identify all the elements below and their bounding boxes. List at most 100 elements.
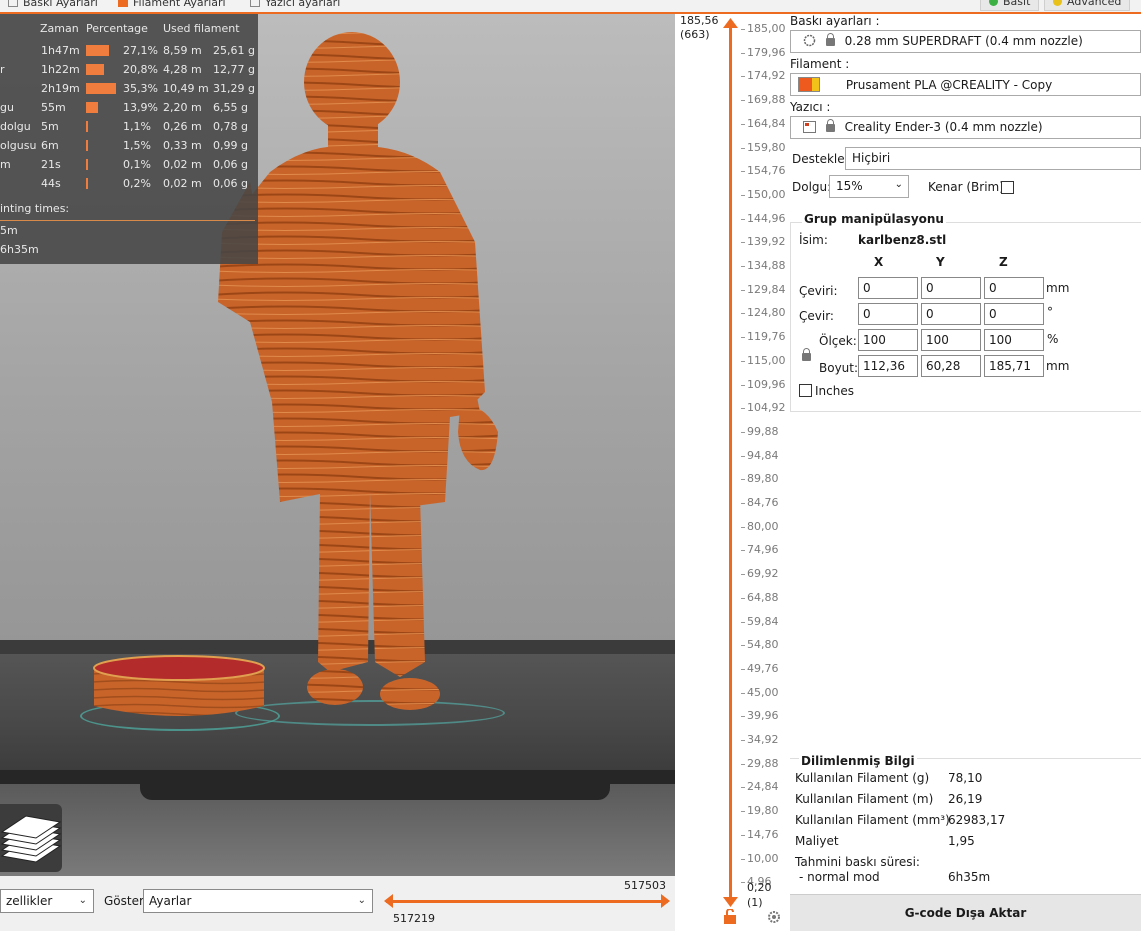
mode-basic-button[interactable]: Basit [980,0,1040,11]
rotate-z-input[interactable]: 0 [984,303,1044,325]
sliced-filament-g-value: 78,10 [948,771,983,785]
print-settings-icon [8,0,18,7]
layer-top-height: 185,56 [680,14,719,27]
stats-row-time: 55m [41,101,66,114]
stats-separator [0,220,255,221]
size-y-input[interactable]: 60,28 [921,355,981,377]
vertical-layer-slider[interactable] [729,28,732,900]
cog-icon[interactable] [767,910,781,924]
filament-profile-combo[interactable]: Prusament PLA @CREALITY - Copy [790,73,1141,96]
layer-tick [741,171,745,173]
layers-view-button[interactable] [0,804,62,872]
layer-tick-label: 185,00 [747,22,786,35]
brim-checkbox[interactable] [1001,181,1014,194]
unlock-icon[interactable] [723,909,737,924]
stats-row-percent: 1,1% [123,120,151,133]
layer-top-handle[interactable] [723,18,738,28]
axis-x-label: X [874,255,884,269]
bed-front-edge [0,770,675,784]
export-gcode-label: G-code Dışa Aktar [904,906,1027,920]
layer-tick-label: 179,96 [747,45,786,59]
stats-row-meters: 0,02 m [163,158,202,171]
layer-tick [741,692,745,694]
hslider-left-handle[interactable] [384,894,393,908]
print-settings-icon [803,34,816,47]
axis-y-label: Y [936,255,945,269]
hslider-right-handle[interactable] [661,894,670,908]
stats-row-grams: 0,99 g [213,139,248,152]
size-z-input[interactable]: 185,71 [984,355,1044,377]
layer-bottom-height: 0,20 [747,881,772,894]
tab-printer-settings[interactable]: Yazıcı ayarları [242,0,348,11]
print-profile-combo[interactable]: 0.28 mm SUPERDRAFT (0.4 mm nozzle) [790,30,1141,53]
stats-row-time: 1h47m [41,44,80,57]
print-profile-value: 0.28 mm SUPERDRAFT (0.4 mm nozzle) [844,34,1083,48]
layer-tick [741,337,745,339]
translate-x-input[interactable]: 0 [858,277,918,299]
layer-tick-label: 64,88 [747,590,779,604]
layer-tick-label: 164,84 [747,116,786,130]
layer-tick-label: 19,80 [747,804,779,818]
show-options-combo[interactable]: Ayarlar ⌄ [143,889,373,913]
tab-filament-settings[interactable]: Filament Ayarları [110,0,234,11]
layer-tick-label: 119,76 [747,330,786,344]
hslider-right-value: 517503 [624,879,666,892]
settings-sidebar: Baskı ayarları : 0.28 mm SUPERDRAFT (0.4… [790,14,1141,931]
scale-y-input[interactable]: 100 [921,329,981,351]
layer-tick [741,574,745,576]
estimated-time-label: Tahmini baskı süresi: [795,855,920,869]
object-name-value: karlbenz8.stl [858,233,947,247]
layer-tick-label: 24,84 [747,780,779,794]
layers-stack-icon [0,815,62,863]
printer-label: Yazıcı : [790,100,831,114]
stats-row-time: 6m [41,139,59,152]
layer-top-number: (663) [680,28,710,41]
mode-advanced-button[interactable]: Advanced [1044,0,1131,11]
chevron-down-icon: ⌄ [78,895,87,906]
size-x-input[interactable]: 112,36 [858,355,918,377]
normal-mode-label: - normal mod [799,870,880,884]
infill-combo[interactable]: 15% ⌄ [829,175,909,198]
view-type-combo[interactable]: zellikler ⌄ [0,889,94,913]
chevron-down-icon: ⌄ [894,179,903,190]
layer-tick [741,811,745,813]
slicer-window: Baskı Ayarları Filament Ayarları Yazıcı … [0,0,1141,931]
tab-printer-settings-label: Yazıcı ayarları [265,0,341,9]
layer-tick [741,29,745,30]
axis-z-label: Z [999,255,1008,269]
printer-profile-combo[interactable]: Creality Ender-3 (0.4 mm nozzle) [790,116,1141,139]
export-gcode-button[interactable]: G-code Dışa Aktar [790,894,1141,931]
supports-combo[interactable]: Hiçbiri [845,147,1141,170]
stats-row-meters: 4,28 m [163,63,202,76]
layer-tick-label: 34,92 [747,733,779,746]
scale-z-input[interactable]: 100 [984,329,1044,351]
stats-row-bar [86,64,104,75]
layer-bottom-handle[interactable] [723,897,738,907]
stats-row-meters: 0,33 m [163,139,202,152]
uniform-scale-lock-icon[interactable] [802,348,811,361]
tab-filament-settings-label: Filament Ayarları [133,0,226,9]
layer-tick-label: 104,92 [747,401,786,415]
tab-print-settings[interactable]: Baskı Ayarları [0,0,106,11]
printer-icon [803,121,816,133]
horizontal-move-slider[interactable] [386,900,668,903]
basic-mode-dot-icon [989,0,998,6]
translate-y-input[interactable]: 0 [921,277,981,299]
rotate-y-input[interactable]: 0 [921,303,981,325]
inches-checkbox[interactable] [799,384,812,397]
rotate-x-input[interactable]: 0 [858,303,918,325]
layer-tick-label: 39,96 [747,709,779,723]
show-options-value: Ayarlar [149,894,192,908]
printing-times-label: inting times: [0,202,70,215]
layer-tick [741,123,745,125]
scale-x-input[interactable]: 100 [858,329,918,351]
stats-row-percent: 0,2% [123,177,151,190]
layer-tick [741,431,745,433]
translate-z-input[interactable]: 0 [984,277,1044,299]
layer-tick [741,194,745,196]
layer-tick [741,597,745,599]
stats-row-grams: 31,29 g [213,82,255,95]
layer-tick-label: 134,88 [747,259,786,272]
stats-row-meters: 2,20 m [163,101,202,114]
layer-tick [741,787,745,789]
